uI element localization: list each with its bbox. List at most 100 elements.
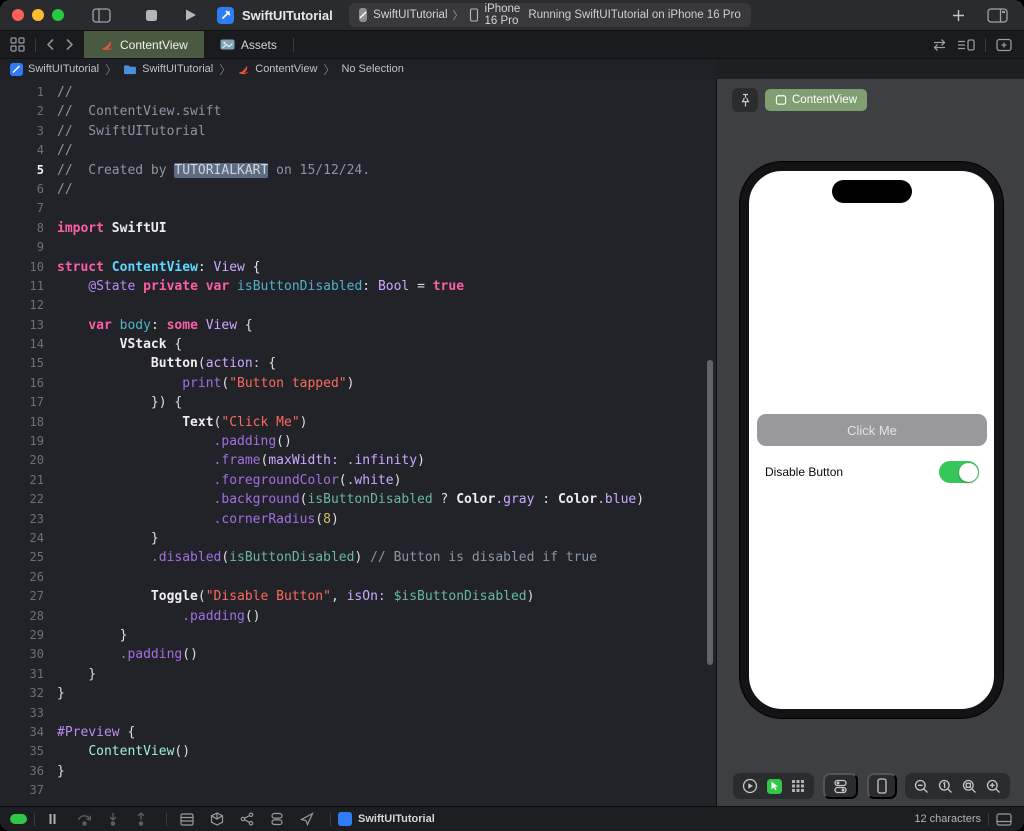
line-number[interactable]: 20 bbox=[0, 451, 44, 470]
line-number[interactable]: 27 bbox=[0, 587, 44, 606]
step-out-icon[interactable] bbox=[134, 812, 148, 826]
code-line[interactable]: 17 }) { bbox=[0, 393, 716, 412]
sidebar-toggle-icon[interactable] bbox=[92, 7, 111, 23]
line-number[interactable]: 3 bbox=[0, 122, 44, 141]
environment-overrides-icon[interactable] bbox=[240, 812, 254, 826]
line-number[interactable]: 31 bbox=[0, 665, 44, 684]
code-line[interactable]: 13 var body: some View { bbox=[0, 316, 716, 335]
pin-preview-button[interactable] bbox=[732, 88, 758, 112]
line-number[interactable]: 29 bbox=[0, 626, 44, 645]
run-button[interactable] bbox=[184, 8, 197, 22]
code-line[interactable]: 12 bbox=[0, 296, 716, 315]
code-line[interactable]: 18 Text("Click Me") bbox=[0, 413, 716, 432]
line-number[interactable]: 25 bbox=[0, 548, 44, 567]
line-number[interactable]: 9 bbox=[0, 238, 44, 257]
code-line[interactable]: 21 .foregroundColor(.white) bbox=[0, 471, 716, 490]
code-line[interactable]: 34 #Preview { bbox=[0, 723, 716, 742]
code-line[interactable]: 32} bbox=[0, 684, 716, 703]
code-line[interactable]: 22 .background(isButtonDisabled ? Color.… bbox=[0, 490, 716, 509]
code-line[interactable]: 25 .disabled(isButtonDisabled) // Button… bbox=[0, 548, 716, 567]
code-line[interactable]: 23 .cornerRadius(8) bbox=[0, 510, 716, 529]
variants-grid-icon[interactable] bbox=[791, 779, 805, 793]
code-line[interactable]: 31 } bbox=[0, 665, 716, 684]
code-line[interactable]: 14 VStack { bbox=[0, 335, 716, 354]
line-number[interactable]: 7 bbox=[0, 199, 44, 218]
code-line[interactable]: 33 bbox=[0, 704, 716, 723]
minimize-window-button[interactable] bbox=[32, 9, 44, 21]
play-circle-icon[interactable] bbox=[742, 778, 758, 794]
line-number[interactable]: 32 bbox=[0, 684, 44, 703]
code-line[interactable]: 16 print("Button tapped") bbox=[0, 374, 716, 393]
tab-overview-icon[interactable] bbox=[10, 37, 25, 52]
code-line[interactable]: 1 // bbox=[0, 83, 716, 102]
breadcrumb-project[interactable]: SwiftUITutorial bbox=[10, 62, 99, 76]
line-number[interactable]: 14 bbox=[0, 335, 44, 354]
simulate-location-icon[interactable] bbox=[300, 812, 314, 826]
code-line[interactable]: 8 import SwiftUI bbox=[0, 219, 716, 238]
line-number[interactable]: 13 bbox=[0, 316, 44, 335]
code-line[interactable]: 4 // bbox=[0, 141, 716, 160]
appearance-icon[interactable] bbox=[270, 812, 284, 826]
code-line[interactable]: 9 bbox=[0, 238, 716, 257]
code-line[interactable]: 6 // bbox=[0, 180, 716, 199]
line-number[interactable]: 17 bbox=[0, 393, 44, 412]
code-line[interactable]: 26 bbox=[0, 568, 716, 587]
code-line[interactable]: 20 .frame(maxWidth: .infinity) bbox=[0, 451, 716, 470]
zoom-100-icon[interactable] bbox=[938, 779, 953, 794]
line-number[interactable]: 15 bbox=[0, 354, 44, 373]
pause-icon[interactable] bbox=[48, 813, 57, 825]
line-number[interactable]: 12 bbox=[0, 296, 44, 315]
preview-click-me-button[interactable]: Click Me bbox=[757, 414, 987, 446]
step-over-icon[interactable] bbox=[77, 812, 92, 826]
inspector-toggle-icon[interactable] bbox=[987, 7, 1008, 23]
code-line[interactable]: 10 struct ContentView: View { bbox=[0, 258, 716, 277]
line-number[interactable]: 6 bbox=[0, 180, 44, 199]
add-editor-icon[interactable] bbox=[996, 38, 1012, 52]
line-number[interactable]: 8 bbox=[0, 219, 44, 238]
line-number[interactable]: 18 bbox=[0, 413, 44, 432]
running-app-name[interactable]: SwiftUITutorial bbox=[358, 813, 435, 825]
code-line[interactable]: 11 @State private var isButtonDisabled: … bbox=[0, 277, 716, 296]
breadcrumb-file[interactable]: ContentView bbox=[237, 63, 317, 76]
line-number[interactable]: 26 bbox=[0, 568, 44, 587]
zoom-window-button[interactable] bbox=[52, 9, 64, 21]
line-number[interactable]: 16 bbox=[0, 374, 44, 393]
code-editor[interactable]: 1 // 2 // ContentView.swift 3 // SwiftUITutor… bbox=[0, 79, 717, 807]
code-line[interactable]: 5 // Created by TUTORIALKART on 15/12/24. bbox=[0, 161, 716, 180]
line-number[interactable]: 34 bbox=[0, 723, 44, 742]
line-number[interactable]: 33 bbox=[0, 704, 44, 723]
breadcrumb-selection[interactable]: No Selection bbox=[341, 63, 403, 75]
line-number[interactable]: 4 bbox=[0, 141, 44, 160]
preview-tab-pill[interactable]: ContentView bbox=[765, 89, 867, 111]
zoom-fit-icon[interactable] bbox=[962, 779, 977, 794]
stop-button[interactable] bbox=[145, 9, 158, 22]
forward-chevron-icon[interactable] bbox=[65, 38, 74, 51]
tab-contentview[interactable]: ContentView bbox=[84, 31, 204, 58]
related-items-icon[interactable] bbox=[932, 38, 947, 52]
line-number[interactable]: 37 bbox=[0, 781, 44, 800]
code-line[interactable]: 2 // ContentView.swift bbox=[0, 102, 716, 121]
line-number[interactable]: 24 bbox=[0, 529, 44, 548]
line-number[interactable]: 5 bbox=[0, 161, 44, 180]
line-number[interactable]: 10 bbox=[0, 258, 44, 277]
line-number[interactable]: 22 bbox=[0, 490, 44, 509]
code-line[interactable]: 35 ContentView() bbox=[0, 742, 716, 761]
line-number[interactable]: 28 bbox=[0, 607, 44, 626]
memory-graph-icon[interactable] bbox=[210, 812, 224, 826]
line-number[interactable]: 11 bbox=[0, 277, 44, 296]
activity-scheme-bar[interactable]: SwiftUITutorial 〉 iPhone 16 Pro Running … bbox=[348, 3, 751, 27]
breakpoints-toggle-icon[interactable] bbox=[10, 814, 27, 824]
line-number[interactable]: 35 bbox=[0, 742, 44, 761]
line-number[interactable]: 21 bbox=[0, 471, 44, 490]
preview-device-icon[interactable] bbox=[867, 773, 897, 799]
line-number[interactable]: 23 bbox=[0, 510, 44, 529]
line-number[interactable]: 1 bbox=[0, 83, 44, 102]
breadcrumb-group[interactable]: SwiftUITutorial bbox=[123, 63, 213, 75]
editor-scrollbar[interactable] bbox=[707, 360, 713, 665]
editor-options-icon[interactable] bbox=[957, 38, 975, 52]
disable-button-toggle[interactable] bbox=[939, 461, 979, 483]
add-button[interactable] bbox=[952, 9, 965, 22]
code-line[interactable]: 29 } bbox=[0, 626, 716, 645]
code-line[interactable]: 30 .padding() bbox=[0, 645, 716, 664]
scheme-device[interactable]: iPhone 16 Pro bbox=[485, 3, 529, 27]
